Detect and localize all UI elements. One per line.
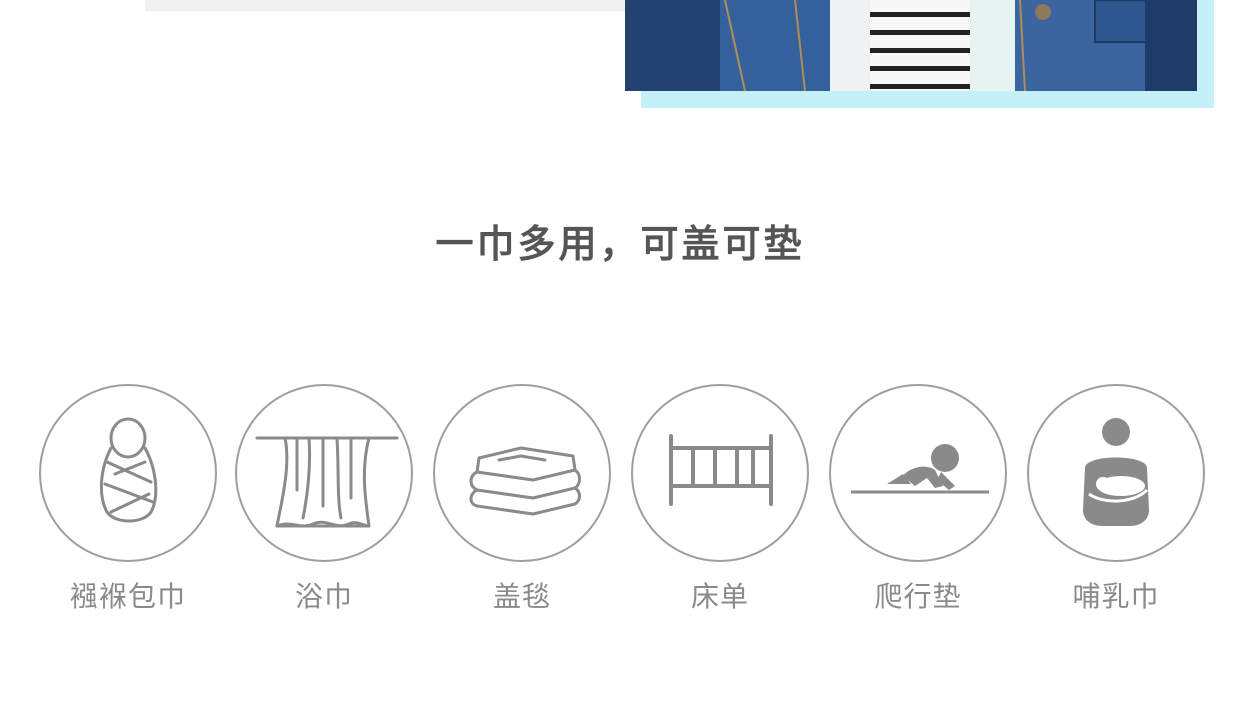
product-photo xyxy=(625,0,1197,91)
top-gray-banner xyxy=(145,0,625,11)
use-item-bed-sheet: 床单 xyxy=(620,384,820,624)
use-label-bath-towel: 浴巾 xyxy=(294,580,353,613)
use-item-blanket: 盖毯 xyxy=(422,384,622,624)
use-item-play-mat: 爬行垫 xyxy=(818,384,1018,624)
use-cases-row: 襁褓包巾 浴巾 盖毯 床单 爬行垫 哺乳巾 xyxy=(0,384,1240,624)
use-label-swaddle: 襁褓包巾 xyxy=(69,580,186,613)
nursing-mother-icon xyxy=(1083,418,1149,526)
use-item-bath-towel: 浴巾 xyxy=(224,384,424,624)
swaddle-baby-icon xyxy=(99,417,158,523)
curtain-towel-icon xyxy=(255,436,399,528)
use-label-bed-sheet: 床单 xyxy=(690,580,749,613)
section-title: 一巾多用，可盖可垫 xyxy=(435,222,805,266)
use-label-blanket: 盖毯 xyxy=(492,580,551,613)
use-label-nursing-cover: 哺乳巾 xyxy=(1072,580,1160,613)
use-item-nursing-cover: 哺乳巾 xyxy=(1016,384,1216,624)
use-label-play-mat: 爬行垫 xyxy=(874,580,962,613)
folded-blanket-icon xyxy=(469,446,581,516)
crib-icon xyxy=(669,434,773,506)
crawling-baby-icon xyxy=(851,444,989,494)
use-item-swaddle: 襁褓包巾 xyxy=(28,384,228,624)
